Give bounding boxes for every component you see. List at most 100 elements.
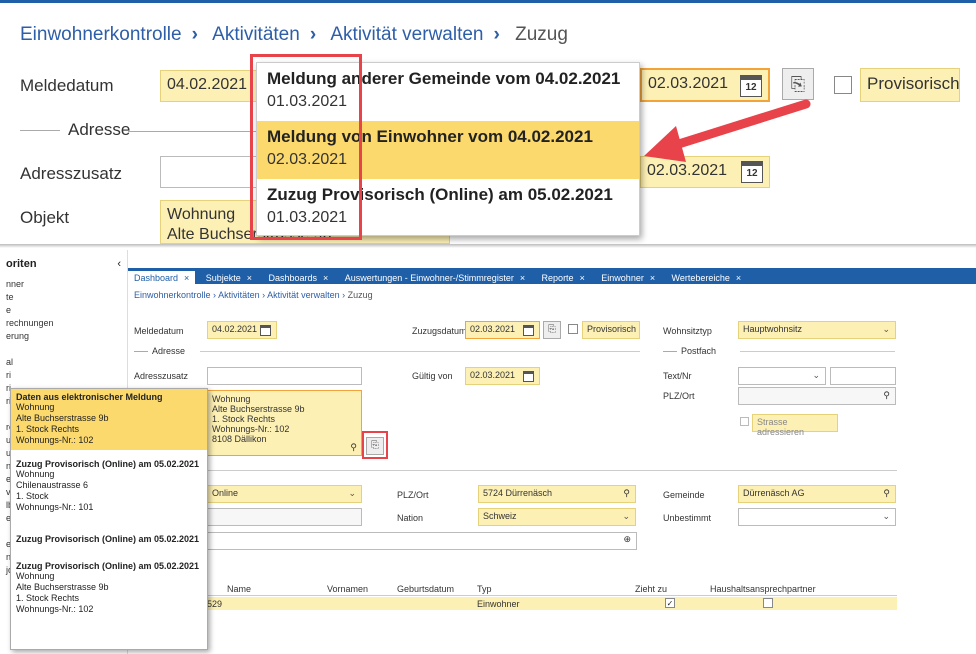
collapse-icon[interactable]: ‹ — [117, 258, 121, 270]
objekt-label: Objekt — [20, 208, 70, 227]
plzort-label: PLZ/Ort — [663, 391, 695, 401]
close-icon: × — [519, 273, 526, 283]
unbestimmt-label: Unbestimmt — [663, 513, 712, 523]
textnr-select[interactable]: ⌄ — [738, 367, 826, 385]
meldedatum-field[interactable]: 04.02.2021 — [207, 321, 277, 339]
zoomed-detail-panel: Einwohnerkontrolle › Aktivitäten › Aktivit… — [0, 0, 976, 248]
plzort2-field[interactable]: 5724 Dürrenäsch ⚲ — [478, 485, 636, 503]
column-header[interactable]: Typ — [477, 584, 492, 594]
popup-option[interactable]: Zuzug Provisorisch (Online) am 05.02.202… — [11, 558, 207, 619]
tab-auswertungen[interactable]: Auswertungen - Einwohner-/Stimmregister × — [339, 271, 531, 287]
panel-shadow — [0, 244, 976, 248]
sidebar-item[interactable] — [0, 343, 127, 356]
popup-title: Zuzug Provisorisch (Online) am 05.02.202… — [16, 561, 200, 571]
popup-option[interactable]: Zuzug Provisorisch (Online) am 05.02.202… — [11, 456, 207, 517]
gueltig-von-field[interactable]: 02.03.2021 — [465, 367, 540, 385]
column-header[interactable]: Geburtsdatum — [397, 584, 454, 594]
provisorisch-checkbox[interactable] — [568, 324, 578, 334]
tab-dashboard[interactable]: Dashboard × — [128, 271, 196, 287]
column-header[interactable]: Zieht zu — [635, 584, 667, 594]
calendar-icon[interactable] — [260, 325, 271, 336]
meldedatum-field[interactable]: 04.02.2021 — [160, 70, 260, 102]
binoculars-icon[interactable]: ⚲ — [883, 390, 890, 401]
binoculars-icon[interactable]: ⚲ — [350, 442, 357, 452]
close-icon: × — [184, 273, 190, 283]
search-icon[interactable]: ⊕ — [623, 534, 631, 545]
red-arrow-annotation — [644, 99, 811, 162]
wohnsitztyp-label: Wohnsitztyp — [663, 326, 712, 336]
sidebar-item[interactable]: e — [0, 304, 127, 317]
chevron-down-icon: ⌄ — [348, 488, 356, 498]
table-row[interactable]: 529 Einwohner ✓ — [207, 597, 897, 610]
provisorisch-label: Provisorisch — [860, 68, 960, 102]
empty-field[interactable] — [207, 508, 362, 526]
close-icon: × — [579, 273, 585, 283]
adresszusatz-field[interactable] — [207, 367, 362, 385]
calendar-icon[interactable] — [523, 325, 534, 336]
popup-title: Zuzug Provisorisch (Online) am 05.02.202… — [16, 534, 200, 544]
chevron-down-icon: ⌄ — [622, 511, 630, 521]
column-header[interactable]: Name — [227, 584, 251, 594]
nation-label: Nation — [397, 513, 424, 523]
top-accent-line — [0, 0, 976, 3]
breadcrumb-item[interactable]: Einwohnerkontrolle — [20, 24, 182, 45]
wohnsitztyp-select[interactable]: Hauptwohnsitz ⌄ — [738, 321, 896, 339]
plzort2-label: PLZ/Ort — [397, 490, 429, 500]
tab-wertebereiche[interactable]: Wertebereiche × — [666, 271, 748, 287]
sidebar-item[interactable]: al — [0, 356, 127, 369]
zieht-zu-checkbox[interactable]: ✓ — [665, 598, 675, 608]
zuzugsdatum-field[interactable]: 02.03.2021 — [465, 321, 540, 339]
close-icon: × — [649, 273, 656, 283]
provisorisch-checkbox[interactable] — [834, 76, 852, 94]
column-header[interactable]: Vornamen — [327, 584, 368, 594]
chevron-down-icon: ⌄ — [882, 324, 890, 334]
binoculars-icon[interactable]: ⚲ — [623, 488, 630, 499]
sidebar-item[interactable]: ri — [0, 369, 127, 382]
unbestimmt-select[interactable]: ⌄ — [738, 508, 896, 526]
tab-dashboards[interactable]: Dashboards × — [263, 271, 335, 287]
objekt-line: Alte Buchserstrasse 9b — [212, 404, 305, 414]
adresszusatz-field[interactable] — [160, 156, 260, 188]
search-field[interactable]: ⊕ — [207, 532, 637, 550]
objekt-field[interactable]: Wohnung Alte Buchserstrasse 9b 1. Stock … — [207, 390, 362, 456]
objekt-line: 1. Stock Rechts — [212, 414, 276, 424]
breadcrumb-item[interactable]: Aktivität verwalten — [330, 24, 483, 45]
address-select-button[interactable]: ⎘ — [543, 321, 561, 339]
breadcrumb-item[interactable]: Aktivität verwalten — [267, 290, 340, 300]
zuzugsdatum-label: Zuzugsdatum — [412, 326, 467, 336]
gemeinde-label: Gemeinde — [663, 490, 705, 500]
popup-option[interactable]: Zuzug Provisorisch (Online) am 05.02.202… — [11, 531, 207, 548]
sidebar-item[interactable]: nner — [0, 278, 127, 291]
tab-reporte[interactable]: Reporte × — [536, 271, 591, 287]
sidebar-title: oriten — [6, 258, 37, 270]
strasse-checkbox[interactable] — [740, 417, 749, 426]
ansprechpartner-checkbox[interactable] — [763, 598, 773, 608]
grid-header: Name Vornamen Geburtsdatum Typ Zieht zu … — [207, 582, 897, 596]
breadcrumb-item[interactable]: Aktivitäten — [212, 24, 300, 45]
calendar-icon[interactable] — [523, 371, 534, 382]
divider — [200, 351, 640, 352]
textnr-field[interactable] — [830, 367, 896, 385]
breadcrumb-current: Zuzug — [347, 290, 373, 300]
breadcrumb-item[interactable]: Aktivitäten — [218, 290, 260, 300]
sidebar-item[interactable]: rechnungen — [0, 317, 127, 330]
calendar-icon[interactable]: 12 — [740, 75, 762, 97]
zuzugsdatum-value: 02.03.2021 — [648, 75, 729, 92]
strasse-label: Strasse adressieren — [752, 414, 838, 437]
divider — [740, 351, 895, 352]
binoculars-icon[interactable]: ⚲ — [883, 488, 890, 499]
nation-select[interactable]: Schweiz ⌄ — [478, 508, 636, 526]
meldedatum-label: Meldedatum — [134, 326, 184, 336]
herkunft-select[interactable]: Online ⌄ — [207, 485, 362, 503]
adresse-section-header: Adresse — [20, 120, 130, 140]
gemeinde-field[interactable]: Dürrenäsch AG ⚲ — [738, 485, 896, 503]
breadcrumb-item[interactable]: Einwohnerkontrolle — [134, 290, 211, 300]
tab-subjekte[interactable]: Subjekte × — [200, 271, 258, 287]
tab-einwohner[interactable]: Einwohner × — [595, 271, 661, 287]
sidebar-item[interactable]: erung — [0, 330, 127, 343]
popup-option-selected[interactable]: Daten aus elektronischer Meldung Wohnung… — [11, 389, 207, 450]
plzort-field[interactable]: ⚲ — [738, 387, 896, 405]
popup-title: Zuzug Provisorisch (Online) am 05.02.202… — [16, 459, 200, 469]
sidebar-item[interactable]: te — [0, 291, 127, 304]
column-header[interactable]: Haushaltsansprechpartner — [710, 584, 816, 594]
